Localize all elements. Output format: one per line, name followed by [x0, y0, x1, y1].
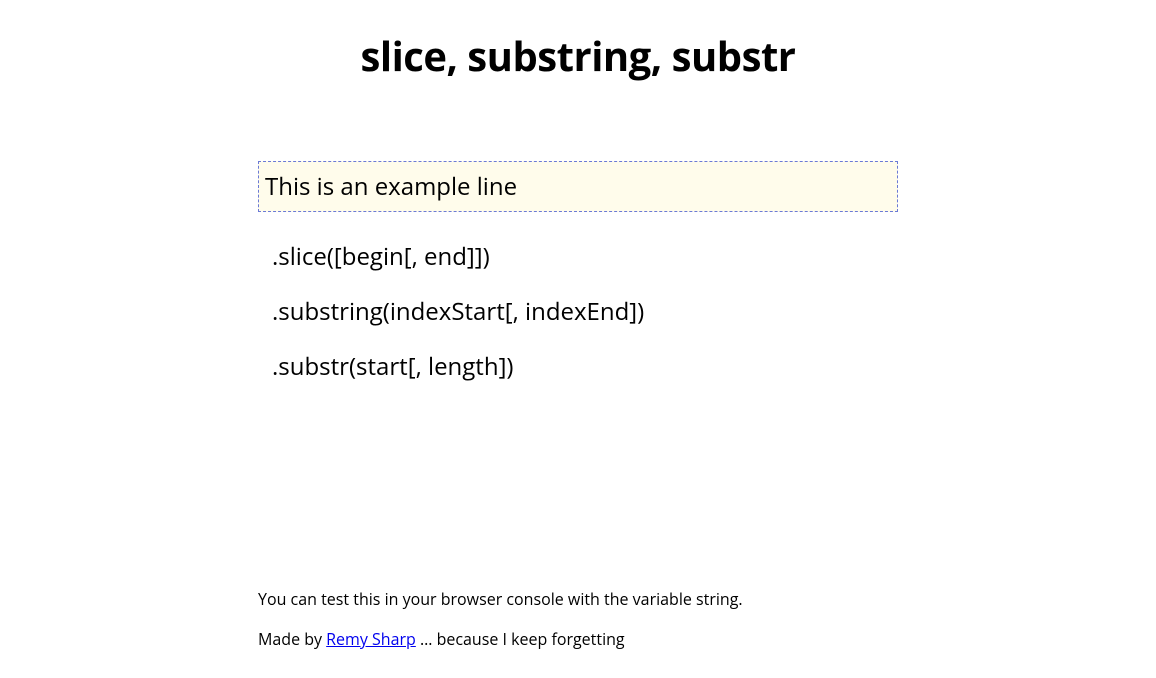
credits-line: Made by Remy Sharp … because I keep forg…: [258, 628, 898, 650]
footer: You can test this in your browser consol…: [258, 588, 898, 650]
page-title: slice, substring, substr: [258, 28, 898, 83]
console-hint: You can test this in your browser consol…: [258, 588, 898, 610]
method-slice: .slice([begin[, end]]): [272, 240, 898, 273]
made-by-prefix: Made by: [258, 628, 326, 650]
method-substr: .substr(start[, length]): [272, 350, 898, 383]
author-link[interactable]: Remy Sharp: [326, 628, 416, 650]
example-input[interactable]: [265, 170, 891, 203]
method-substring: .substring(indexStart[, indexEnd]): [272, 295, 898, 328]
example-input-container: [258, 161, 898, 212]
made-by-suffix: … because I keep forgetting: [416, 628, 625, 650]
